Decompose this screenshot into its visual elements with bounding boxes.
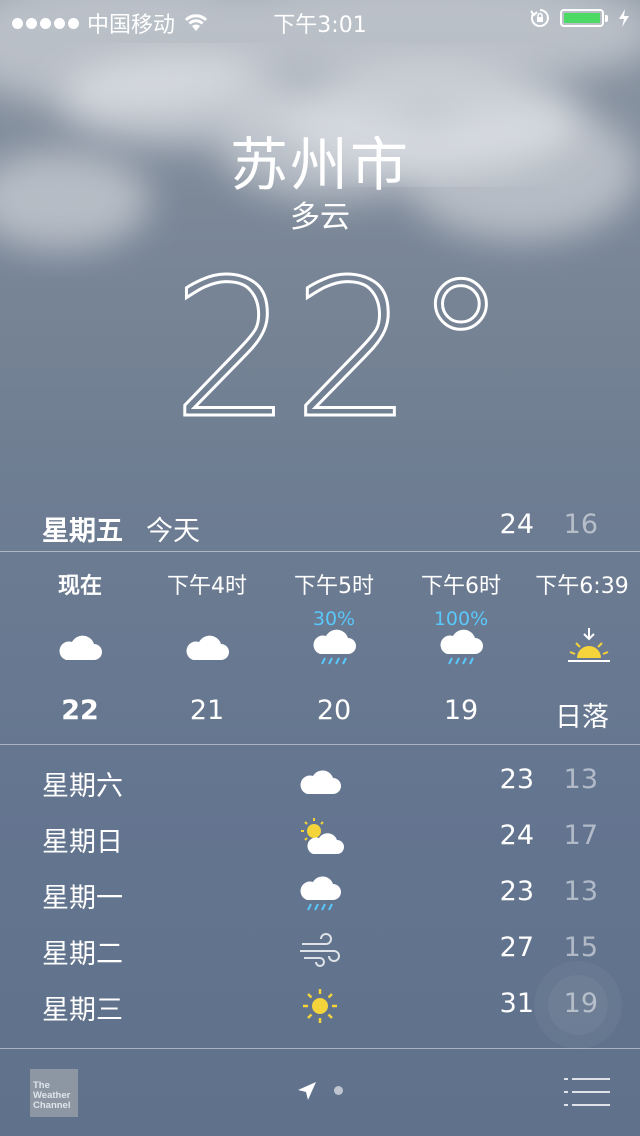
rain-cloud-icon xyxy=(300,876,341,911)
hour-time: 下午6:39 xyxy=(535,574,629,599)
hour-temp: 22 xyxy=(61,695,99,726)
hour-temp: 21 xyxy=(189,695,225,726)
weather-condition: 多云 xyxy=(290,200,350,235)
day-low: 15 xyxy=(563,932,598,963)
status-bar: 中国移动 下午3:01 xyxy=(0,0,640,40)
hour-item: 下午6时 100% 19 xyxy=(397,553,525,743)
day-name: 星期一 xyxy=(42,883,123,914)
day-high: 24 xyxy=(499,820,534,851)
today-day-name: 星期五 xyxy=(42,516,123,547)
day-name: 星期六 xyxy=(42,771,123,802)
hourly-forecast[interactable]: 现在 22 下午4时 21 下午5时 30% 20 下午6时 100% 19 下… xyxy=(0,553,640,743)
day-name: 星期三 xyxy=(42,995,123,1026)
battery-icon xyxy=(560,9,608,27)
page-dot-icon[interactable] xyxy=(334,1086,343,1095)
day-name: 星期二 xyxy=(42,939,123,970)
cloud-icon xyxy=(300,770,341,794)
day-high: 23 xyxy=(499,876,534,907)
wind-icon xyxy=(300,933,340,967)
day-low: 13 xyxy=(563,764,598,795)
today-high: 24 xyxy=(499,509,534,540)
cloud-icon xyxy=(186,635,229,660)
daily-row: 星期一 23 13 xyxy=(0,872,640,922)
city-name: 苏州市 xyxy=(229,131,410,199)
sun-icon xyxy=(303,989,337,1023)
current-temperature-text: 22° xyxy=(172,255,509,435)
daily-row: 星期日 24 17 xyxy=(0,816,640,866)
divider xyxy=(0,744,640,745)
day-low: 17 xyxy=(563,820,598,851)
hour-time: 现在 xyxy=(57,574,102,599)
cloud-icon xyxy=(59,635,102,660)
hour-temp: 日落 xyxy=(555,702,609,733)
today-summary: 星期五 今天 24 16 xyxy=(0,505,640,549)
current-temperature: 22° xyxy=(0,238,640,462)
day-name: 星期日 xyxy=(42,827,123,858)
day-high: 31 xyxy=(499,988,534,1019)
daily-row: 星期三 31 19 xyxy=(0,984,640,1034)
status-right xyxy=(530,8,630,28)
weather-channel-logo[interactable]: The Weather Channel xyxy=(30,1069,78,1117)
today-label: 今天 xyxy=(146,516,200,547)
hour-time: 下午4时 xyxy=(167,574,247,599)
hour-temp: 19 xyxy=(443,695,479,726)
hour-item: 下午6:39 日落 xyxy=(524,553,640,743)
today-low: 16 xyxy=(563,509,598,540)
rain-cloud-icon xyxy=(313,629,356,665)
rotation-lock-icon xyxy=(530,9,549,27)
daily-row: 星期六 23 13 xyxy=(0,760,640,810)
partly-sunny-icon xyxy=(301,818,344,854)
assistive-touch-button[interactable] xyxy=(548,975,608,1035)
day-low: 13 xyxy=(563,876,598,907)
day-high: 27 xyxy=(499,932,534,963)
divider xyxy=(0,551,640,552)
hour-time: 下午6时 xyxy=(421,574,501,599)
bottom-toolbar: The Weather Channel xyxy=(0,1048,640,1136)
hour-item: 现在 22 xyxy=(16,553,144,743)
hour-precip: 100% xyxy=(433,608,489,630)
daily-row: 星期二 27 15 xyxy=(0,928,640,978)
list-icon[interactable] xyxy=(564,1076,610,1108)
charging-bolt-icon xyxy=(619,9,629,27)
hour-temp: 20 xyxy=(316,695,352,726)
sunset-icon xyxy=(568,628,610,662)
hour-item: 下午4时 21 xyxy=(143,553,271,743)
rain-cloud-icon xyxy=(440,629,483,665)
hour-time: 下午5时 xyxy=(294,574,374,599)
hour-item: 下午5时 30% 20 xyxy=(270,553,398,743)
day-high: 23 xyxy=(499,764,534,795)
hour-precip: 30% xyxy=(312,608,356,630)
location-arrow-icon[interactable] xyxy=(296,1080,318,1102)
